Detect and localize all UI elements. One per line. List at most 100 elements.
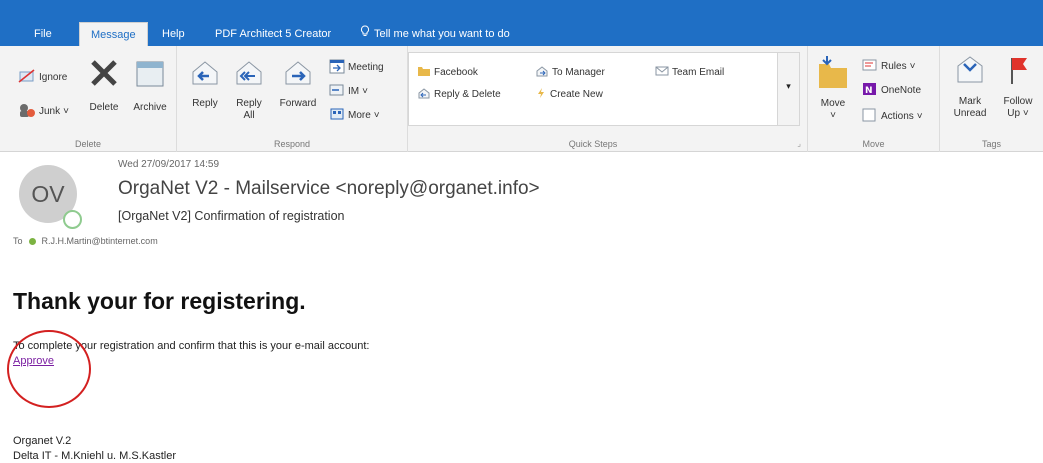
chevron-down-icon: ▾: [786, 81, 791, 91]
move-group: Move ˅ Rules ˅ N OneNote Actions ˅ Move: [808, 46, 940, 152]
onenote-icon: N: [862, 82, 878, 99]
forward-mail-icon: [535, 65, 549, 80]
follow-up-label-1: Follow: [1003, 96, 1033, 107]
mark-unread-label-1: Mark: [958, 96, 982, 107]
quickstep-create-new[interactable]: Create New: [535, 87, 603, 102]
forward-icon: [282, 58, 314, 92]
reply-all-label-1: Reply: [236, 98, 262, 109]
quickstep-team-email[interactable]: Team Email: [655, 65, 724, 80]
email-subject: [OrgaNet V2] Confirmation of registratio…: [118, 209, 345, 223]
body-heading: Thank your for registering.: [13, 288, 306, 314]
meeting-icon: [329, 58, 345, 77]
follow-up-button[interactable]: Follow Up ˅: [996, 54, 1040, 120]
quickstep-team-email-label: Team Email: [672, 67, 725, 78]
move-button[interactable]: Move ˅: [814, 54, 852, 122]
folder-icon: [417, 65, 431, 80]
reply-icon: [189, 58, 221, 92]
ignore-icon: [18, 68, 36, 87]
junk-icon: [18, 102, 36, 121]
quick-steps-gallery: Facebook Reply & Delete To Manager Creat…: [408, 52, 778, 126]
quickstep-to-manager[interactable]: To Manager: [535, 65, 605, 80]
im-icon: [329, 82, 345, 101]
highlight-circle: [7, 330, 91, 408]
tab-pdf-architect[interactable]: PDF Architect 5 Creator: [215, 22, 331, 46]
im-label: IM: [348, 86, 360, 97]
signature-line-2: Delta IT - M.Kniehl u. M.S.Kastler: [13, 450, 177, 462]
reply-button[interactable]: Reply: [185, 58, 225, 110]
more-label: More: [348, 110, 371, 121]
lightning-icon: [535, 87, 547, 102]
sender-name[interactable]: OrgaNet V2 - Mailservice <noreply@organe…: [118, 178, 540, 200]
move-folder-icon: [817, 54, 849, 94]
delete-button[interactable]: Delete: [84, 56, 124, 114]
archive-label: Archive: [133, 102, 167, 113]
follow-up-label-2: Up ˅: [1007, 108, 1029, 119]
actions-icon: [862, 108, 878, 125]
move-label: Move: [820, 98, 846, 109]
chevron-down-icon: ˅: [63, 106, 69, 117]
actions-button[interactable]: Actions ˅: [862, 108, 923, 125]
presence-dot-icon: [28, 237, 36, 245]
onenote-label: OneNote: [881, 85, 922, 96]
quickstep-to-manager-label: To Manager: [552, 67, 605, 78]
quick-steps-group-label: Quick Steps: [568, 139, 618, 149]
chevron-down-icon: ˅: [362, 86, 368, 97]
signature-line-1: Organet V.2: [13, 435, 72, 447]
quick-steps-more-button[interactable]: ▾: [778, 52, 800, 126]
recipient-address[interactable]: R.J.H.Martin@btinternet.com: [42, 236, 158, 246]
reply-all-button[interactable]: Reply All: [229, 58, 269, 122]
meeting-button[interactable]: Meeting: [329, 58, 384, 77]
email-date: Wed 27/09/2017 14:59: [118, 159, 220, 170]
mail-icon: [655, 65, 669, 80]
rules-button[interactable]: Rules ˅: [862, 58, 915, 75]
tell-me-search[interactable]: Tell me what you want to do: [360, 22, 510, 46]
tags-group-label: Tags: [981, 139, 1001, 149]
archive-icon: [133, 56, 167, 94]
chevron-down-icon: ˅: [373, 110, 380, 121]
mark-unread-label-2: Unread: [953, 108, 987, 119]
rules-label: Rules: [881, 61, 907, 72]
move-group-label: Move: [862, 139, 885, 149]
delete-group: Ignore Junk ˅ Delete Archive Delete: [0, 46, 177, 152]
tags-group: Mark Unread Follow Up ˅ Tags: [940, 46, 1043, 152]
archive-button[interactable]: Archive: [126, 56, 174, 114]
onenote-button[interactable]: N OneNote: [862, 82, 921, 99]
ignore-button[interactable]: Ignore: [18, 68, 67, 87]
flag-icon: [1003, 54, 1033, 90]
chevron-down-icon: ˅: [830, 110, 836, 121]
quickstep-create-new-label: Create New: [550, 89, 603, 100]
junk-button[interactable]: Junk ˅: [18, 102, 69, 121]
mark-unread-icon: [955, 54, 985, 90]
forward-button[interactable]: Forward: [273, 58, 323, 110]
mark-unread-button[interactable]: Mark Unread: [948, 54, 992, 120]
meeting-label: Meeting: [348, 62, 384, 73]
more-button[interactable]: More ˅: [329, 106, 380, 125]
quickstep-facebook[interactable]: Facebook: [417, 65, 478, 80]
junk-label: Junk: [39, 106, 61, 117]
quickstep-facebook-label: Facebook: [434, 67, 478, 78]
recipient-row: To R.J.H.Martin@btinternet.com: [13, 236, 158, 246]
presence-status-icon: [63, 210, 82, 229]
to-label: To: [13, 236, 23, 246]
quickstep-reply-delete[interactable]: Reply & Delete: [417, 87, 501, 102]
tab-help[interactable]: Help: [162, 22, 185, 46]
ribbon-tab-bar: File Message Help PDF Architect 5 Creato…: [0, 0, 1043, 46]
respond-group-label: Respond: [273, 139, 311, 149]
dialog-launcher-icon[interactable]: ⌟: [797, 139, 801, 148]
reply-all-label-2: All: [243, 110, 255, 121]
tell-me-label: Tell me what you want to do: [374, 28, 510, 40]
more-icon: [329, 106, 345, 125]
tab-message[interactable]: Message: [79, 22, 148, 46]
delete-group-label: Delete: [74, 139, 101, 149]
respond-group: Reply Reply All Forward Meeting IM ˅ More…: [177, 46, 408, 152]
chevron-down-icon: ˅: [916, 111, 923, 122]
delete-x-icon: [87, 56, 121, 94]
tab-file[interactable]: File: [34, 22, 52, 46]
actions-label: Actions: [881, 111, 914, 122]
reply-delete-icon: [417, 87, 431, 102]
ribbon: Ignore Junk ˅ Delete Archive Delete Reply…: [0, 46, 1043, 152]
reply-all-icon: [233, 58, 265, 92]
quickstep-reply-delete-label: Reply & Delete: [434, 89, 501, 100]
ignore-label: Ignore: [39, 72, 68, 83]
im-button[interactable]: IM ˅: [329, 82, 368, 101]
